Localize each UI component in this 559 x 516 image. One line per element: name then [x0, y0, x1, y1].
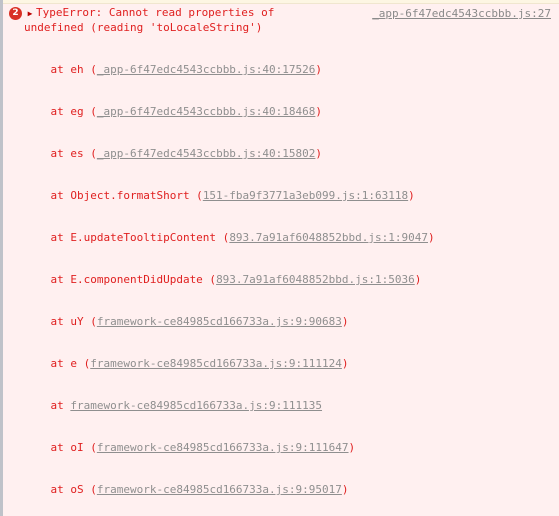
stack-prefix: at oI (	[24, 441, 97, 454]
stack-prefix: at e (	[24, 357, 91, 370]
stack-prefix: at	[24, 399, 71, 412]
stack-prefix: at Object.formatShort (	[24, 189, 203, 202]
stack-prefix: at E.updateTooltipContent (	[24, 231, 230, 244]
error-count-badge: 2	[9, 7, 22, 20]
stack-link[interactable]: framework-ce84985cd166733a.js:9:90683	[97, 315, 342, 328]
stack-prefix: at uY (	[24, 315, 97, 328]
stack-line: at es (_app-6f47edc4543ccbbb.js:40:15802…	[24, 147, 555, 161]
stack-line: at e (framework-ce84985cd166733a.js:9:11…	[24, 357, 555, 371]
stack-line: at uY (framework-ce84985cd166733a.js:9:9…	[24, 315, 555, 329]
stack-line: at E.componentDidUpdate (893.7a91af60488…	[24, 273, 555, 287]
stack-trace: at eh (_app-6f47edc4543ccbbb.js:40:17526…	[7, 35, 555, 516]
source-link[interactable]: _app-6f47edc4543ccbbb.js:27	[372, 7, 551, 21]
stack-link[interactable]: 893.7a91af6048852bbd.js:1:9047	[229, 231, 428, 244]
stack-link[interactable]: framework-ce84985cd166733a.js:9:111135	[70, 399, 322, 412]
message-text: TypeError: Cannot read properties of	[36, 6, 275, 19]
stack-suffix: )	[341, 357, 349, 370]
stack-link[interactable]: 151-fba9f3771a3eb099.js:1:63118	[203, 189, 408, 202]
stack-link[interactable]: framework-ce84985cd166733a.js:9:111647	[97, 441, 349, 454]
stack-suffix: )	[408, 189, 415, 202]
stack-suffix: )	[341, 483, 349, 496]
stack-prefix: at eg (	[24, 105, 97, 118]
stack-suffix: )	[315, 63, 323, 76]
stack-link[interactable]: 893.7a91af6048852bbd.js:1:5036	[216, 273, 415, 286]
stack-prefix: at es (	[24, 147, 97, 160]
stack-link[interactable]: _app-6f47edc4543ccbbb.js:40:15802	[97, 147, 316, 160]
stack-line: at eg (_app-6f47edc4543ccbbb.js:40:18468…	[24, 105, 555, 119]
console-message-typeerror[interactable]: 2 ▶ TypeError: Cannot read properties of…	[3, 4, 559, 516]
stack-suffix: )	[428, 231, 435, 244]
stack-line: at eh (_app-6f47edc4543ccbbb.js:40:17526…	[24, 63, 555, 77]
stack-suffix: )	[348, 441, 356, 454]
expander-triangle-icon[interactable]: ▶	[24, 6, 36, 21]
stack-prefix: at eh (	[24, 63, 97, 76]
stack-suffix: )	[315, 105, 323, 118]
stack-line: at E.updateTooltipContent (893.7a91af604…	[24, 231, 555, 245]
stack-line: at oI (framework-ce84985cd166733a.js:9:1…	[24, 441, 555, 455]
error-count-badge-slot: 2	[7, 6, 24, 20]
stack-line: at oS (framework-ce84985cd166733a.js:9:9…	[24, 483, 555, 497]
stack-suffix: )	[315, 147, 323, 160]
stack-line: at Object.formatShort (151-fba9f3771a3eb…	[24, 189, 555, 203]
stack-line: at framework-ce84985cd166733a.js:9:11113…	[24, 399, 555, 413]
stack-suffix: )	[414, 273, 422, 286]
stack-prefix: at oS (	[24, 483, 97, 496]
stack-link[interactable]: _app-6f47edc4543ccbbb.js:40:18468	[97, 105, 316, 118]
devtools-console-panel: 2 ▶ TypeError: Cannot read properties of…	[0, 0, 559, 516]
stack-suffix: )	[341, 315, 349, 328]
stack-link[interactable]: framework-ce84985cd166733a.js:9:111124	[90, 357, 342, 370]
stack-link[interactable]: _app-6f47edc4543ccbbb.js:40:17526	[97, 63, 316, 76]
stack-link[interactable]: framework-ce84985cd166733a.js:9:95017	[97, 483, 342, 496]
message-text-wrapped: undefined (reading 'toLocaleString')	[24, 21, 263, 34]
stack-prefix: at E.componentDidUpdate (	[24, 273, 217, 286]
